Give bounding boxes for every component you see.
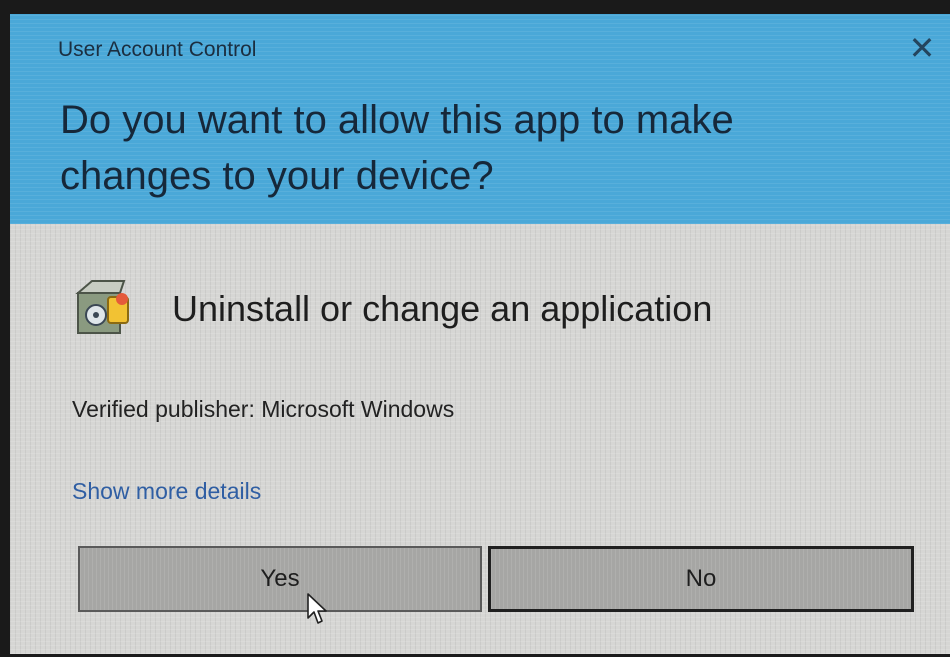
show-more-details-link[interactable]: Show more details <box>72 478 261 505</box>
dialog-title: User Account Control <box>58 38 257 61</box>
prompt-question: Do you want to allow this app to make ch… <box>60 98 734 198</box>
verified-publisher: Verified publisher: Microsoft Windows <box>72 396 455 422</box>
app-name: Uninstall or change an application <box>172 288 713 329</box>
yes-button-label: Yes <box>260 565 300 592</box>
app-info-row: Uninstall or change an application <box>72 274 712 344</box>
close-icon: ✕ <box>908 30 936 66</box>
no-button[interactable]: No <box>488 546 914 612</box>
no-button-label: No <box>685 565 717 592</box>
close-button[interactable]: ✕ <box>902 28 942 68</box>
yes-button[interactable]: Yes <box>78 546 482 612</box>
uac-dialog: User Account Control ✕ Do you want to al… <box>10 14 950 654</box>
dialog-header: User Account Control ✕ Do you want to al… <box>10 14 950 224</box>
program-uninstall-icon <box>75 280 129 334</box>
